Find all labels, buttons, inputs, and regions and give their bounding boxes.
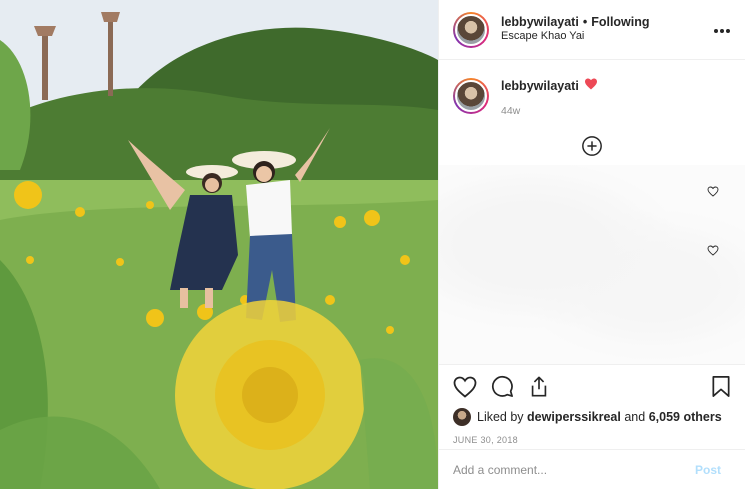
caption-username[interactable]: lebbywilayati: [501, 79, 579, 93]
red-heart-emoji-icon: [584, 78, 598, 93]
share-icon[interactable]: [528, 375, 550, 398]
liker-avatar[interactable]: [453, 408, 471, 426]
separator-dot: •: [582, 14, 588, 29]
comment-input[interactable]: [453, 462, 695, 477]
comments-list: [439, 165, 745, 365]
instagram-post: lebbywilayati • Following Escape Khao Ya…: [0, 0, 745, 489]
avatar-image: [455, 13, 487, 46]
likes-middle: and: [624, 410, 646, 424]
post-side-panel: lebbywilayati • Following Escape Khao Ya…: [438, 0, 745, 489]
caption-user-line: lebbywilayati: [501, 78, 598, 93]
caption-section: lebbywilayati 44w: [439, 60, 745, 162]
post-date[interactable]: JUNE 30, 2018: [453, 435, 731, 445]
photo-illustration: [0, 0, 438, 489]
action-icons-row: [453, 375, 731, 398]
caption-row: lebbywilayati 44w: [453, 78, 731, 117]
actions-section: Liked by dewiperssikreal and 6,059 other…: [439, 364, 745, 445]
avatar-image: [455, 80, 487, 112]
author-username[interactable]: lebbywilayati: [501, 15, 579, 31]
caption-body: lebbywilayati 44w: [501, 78, 598, 117]
post-header: lebbywilayati • Following Escape Khao Ya…: [439, 0, 745, 60]
comment-bubble-icon[interactable]: [491, 375, 514, 398]
bookmark-save-icon[interactable]: [711, 375, 731, 398]
comment-like-heart-icon[interactable]: [707, 184, 719, 202]
add-comment-section: Post: [439, 449, 745, 489]
post-photo[interactable]: [0, 0, 438, 489]
location-link[interactable]: Escape Khao Yai: [501, 30, 650, 44]
load-more-wrap: [453, 135, 731, 162]
liker-username[interactable]: dewiperssikreal: [527, 410, 621, 424]
author-avatar[interactable]: [453, 11, 489, 48]
like-heart-icon[interactable]: [453, 376, 477, 398]
likes-prefix: Liked by: [477, 410, 524, 424]
caption-avatar[interactable]: [453, 78, 489, 114]
load-more-comments-icon[interactable]: [581, 135, 603, 162]
likes-count[interactable]: 6,059 others: [649, 410, 722, 424]
likes-summary: Liked by dewiperssikreal and 6,059 other…: [453, 408, 731, 426]
more-options-icon[interactable]: [713, 21, 731, 39]
post-comment-button[interactable]: Post: [695, 463, 721, 477]
caption-timestamp[interactable]: 44w: [501, 105, 598, 117]
header-text: lebbywilayati • Following Escape Khao Ya…: [501, 15, 650, 44]
header-top-line: lebbywilayati • Following: [501, 15, 650, 31]
comment-like-heart-icon[interactable]: [707, 243, 719, 261]
following-button[interactable]: Following: [591, 15, 649, 31]
